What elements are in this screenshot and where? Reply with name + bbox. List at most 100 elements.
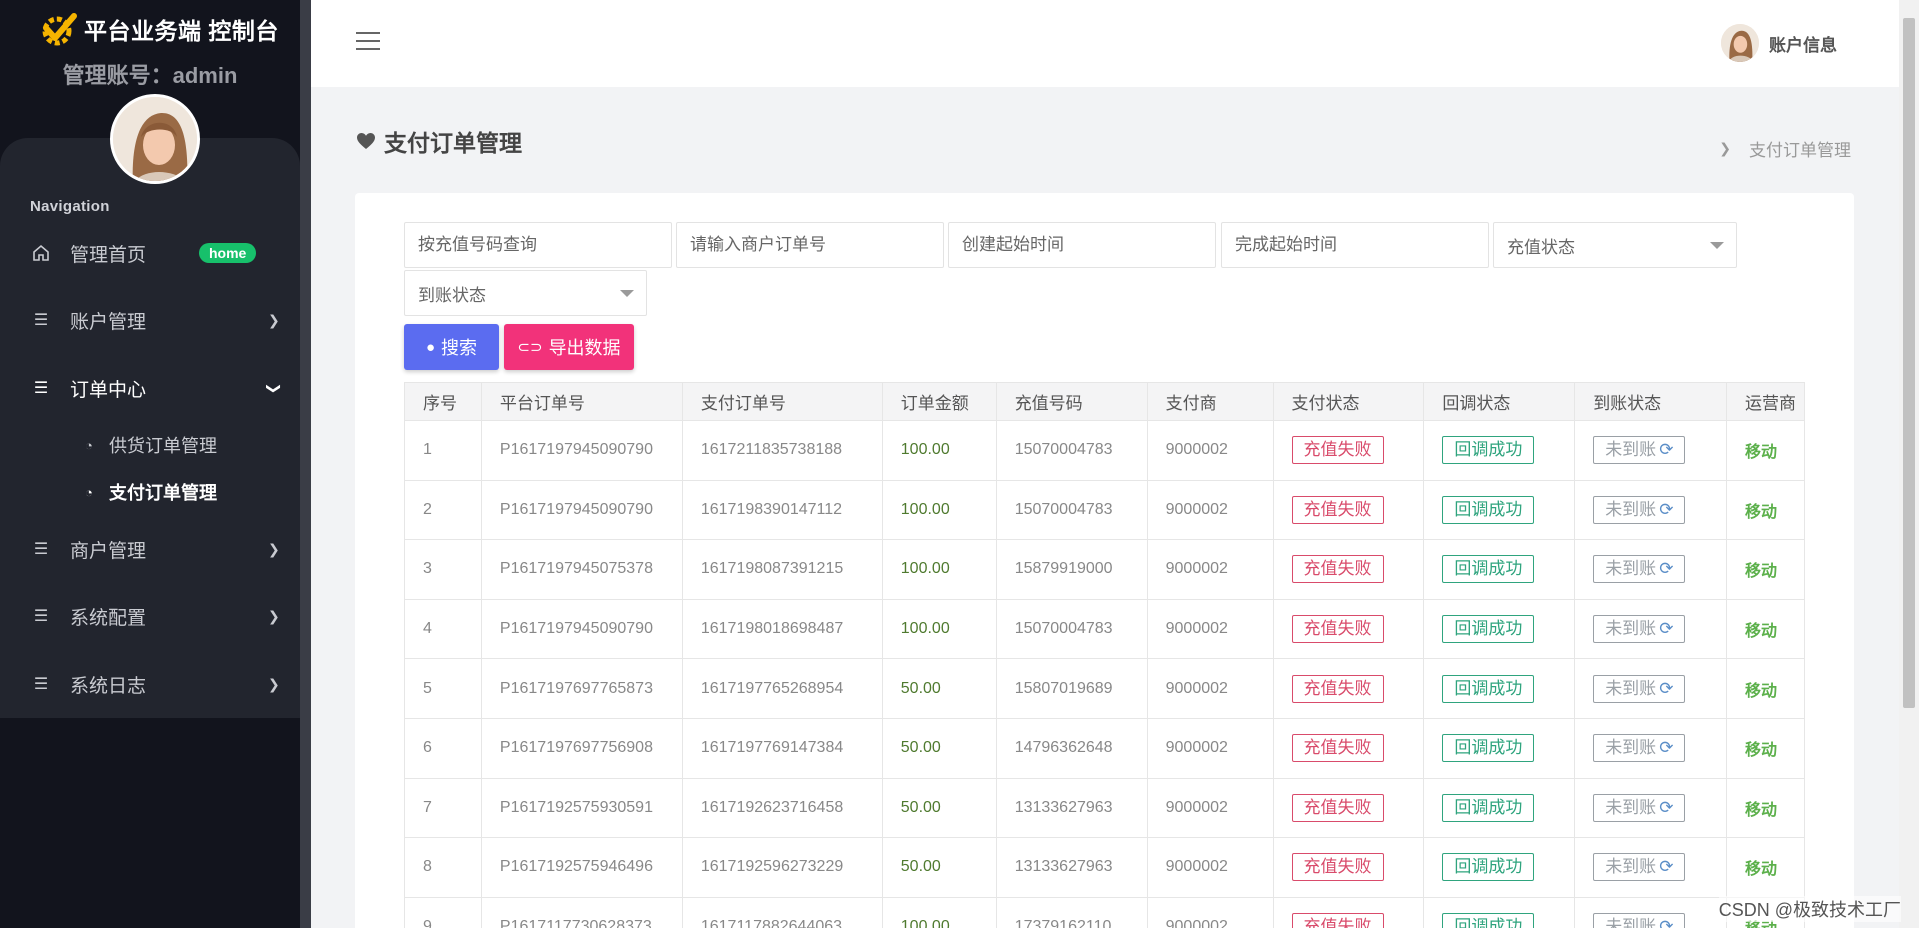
create-time-input[interactable] xyxy=(948,222,1216,268)
charge-status-select[interactable]: 充值状态 xyxy=(1493,222,1737,268)
create-time-field[interactable] xyxy=(962,235,1215,255)
arrival-status-badge[interactable]: 未到账 ⟳ xyxy=(1593,913,1686,928)
cell-provider: 9000002 xyxy=(1146,420,1274,481)
callback-status-badge[interactable]: 回调成功 xyxy=(1442,913,1535,928)
callback-status-badge[interactable]: 回调成功 xyxy=(1442,853,1535,882)
pay-status-badge[interactable]: 充值失败 xyxy=(1291,793,1384,822)
refresh-icon[interactable]: ⟳ xyxy=(1659,500,1673,519)
arrival-status-badge[interactable]: 未到账 ⟳ xyxy=(1593,436,1686,465)
arrival-status-badge[interactable]: 未到账 ⟳ xyxy=(1593,555,1686,584)
search-button[interactable]: ● 搜索 xyxy=(404,324,499,370)
callback-status-badge[interactable]: 回调成功 xyxy=(1442,436,1535,465)
cell-arrival-status: 未到账 ⟳ xyxy=(1574,539,1728,600)
refresh-icon[interactable]: ⟳ xyxy=(1659,917,1673,928)
sidebar-subitem-supply-orders[interactable]: ◔ 供货订单管理 xyxy=(0,430,300,460)
col-header-payment-order[interactable]: 支付订单号 xyxy=(681,382,883,421)
page-title-text: 支付订单管理 xyxy=(384,130,522,156)
refresh-icon[interactable]: ⟳ xyxy=(1659,857,1673,876)
sidebar-scrollbar[interactable] xyxy=(300,0,311,928)
arrival-status-badge[interactable]: 未到账 ⟳ xyxy=(1593,674,1686,703)
cell-callback-status: 回调成功 xyxy=(1423,896,1576,928)
table-row: 1 P1617197945090790 1617211835738188 100.00… xyxy=(404,420,1805,481)
export-button[interactable]: ⊂⊃ 导出数据 xyxy=(504,324,634,370)
charge-status-value: 充值状态 xyxy=(1507,237,1575,257)
orders-table: 序号 平台订单号 支付订单号 订单金额 充值号码 支付商 支付状态 回调状态 到… xyxy=(404,382,1805,928)
pay-status-badge[interactable]: 充值失败 xyxy=(1291,495,1384,524)
sidebar-item-merchants[interactable]: ☰ 商户管理 ❯ xyxy=(0,527,300,571)
arrival-status-badge[interactable]: 未到账 ⟳ xyxy=(1593,615,1686,644)
brand-title: 平台业务端 控制台 xyxy=(84,18,279,44)
admin-avatar[interactable] xyxy=(110,94,200,184)
account-menu[interactable]: 账户信息 xyxy=(1721,24,1837,62)
cell-amount: 100.00 xyxy=(881,539,997,600)
pay-status-badge[interactable]: 充值失败 xyxy=(1291,913,1384,928)
callback-status-badge[interactable]: 回调成功 xyxy=(1442,793,1535,822)
col-header-amount[interactable]: 订单金额 xyxy=(881,382,997,421)
brand[interactable]: 平台业务端 控制台 xyxy=(38,12,279,46)
status-label: 充值失败 xyxy=(1303,499,1372,519)
arrival-status-value: 到账状态 xyxy=(418,285,486,305)
cell-pay-status: 充值失败 xyxy=(1272,837,1425,898)
callback-status-badge[interactable]: 回调成功 xyxy=(1442,615,1535,644)
arrival-status-badge[interactable]: 未到账 ⟳ xyxy=(1593,853,1686,882)
merchant-order-input[interactable] xyxy=(676,222,944,268)
pay-status-badge[interactable]: 充值失败 xyxy=(1291,615,1384,644)
callback-status-badge[interactable]: 回调成功 xyxy=(1442,734,1535,763)
arrival-status-badge[interactable]: 未到账 ⟳ xyxy=(1593,734,1686,763)
cell-index: 6 xyxy=(404,717,482,779)
pay-status-badge[interactable]: 充值失败 xyxy=(1291,436,1384,465)
callback-status-badge[interactable]: 回调成功 xyxy=(1442,495,1535,524)
status-label: 充值失败 xyxy=(1303,857,1372,877)
sidebar-item-account[interactable]: ☰ 账户管理 ❯ xyxy=(0,298,300,342)
pay-status-badge[interactable]: 充值失败 xyxy=(1291,555,1384,584)
refresh-icon[interactable]: ⟳ xyxy=(1659,798,1673,817)
sidebar-item-system-config[interactable]: ☰ 系统配置 ❯ xyxy=(0,594,300,638)
finish-time-input[interactable] xyxy=(1221,222,1489,268)
arrival-status-badge[interactable]: 未到账 ⟳ xyxy=(1593,793,1686,822)
col-header-pay-status[interactable]: 支付状态 xyxy=(1272,382,1425,421)
col-header-callback-status[interactable]: 回调状态 xyxy=(1423,382,1576,421)
col-header-provider[interactable]: 支付商 xyxy=(1146,382,1274,421)
sidebar-item-system-logs[interactable]: ☰ 系统日志 ❯ xyxy=(0,662,300,706)
refresh-icon[interactable]: ⟳ xyxy=(1659,619,1673,638)
merchant-order-field[interactable] xyxy=(690,235,943,255)
phone-search-field[interactable] xyxy=(418,235,671,255)
cell-arrival-status: 未到账 ⟳ xyxy=(1574,837,1728,898)
refresh-icon[interactable]: ⟳ xyxy=(1659,559,1673,578)
sidebar-item-orders[interactable]: ☰ 订单中心 ❯ xyxy=(0,366,300,410)
pay-status-badge[interactable]: 充值失败 xyxy=(1291,674,1384,703)
refresh-icon[interactable]: ⟳ xyxy=(1659,679,1673,698)
pay-status-badge[interactable]: 充值失败 xyxy=(1291,853,1384,882)
callback-status-badge[interactable]: 回调成功 xyxy=(1442,555,1535,584)
cell-amount: 100.00 xyxy=(881,896,997,928)
home-badge: home xyxy=(199,243,257,263)
col-header-platform-order[interactable]: 平台订单号 xyxy=(480,382,683,421)
col-header-index[interactable]: 序号 xyxy=(404,382,482,421)
callback-status-badge[interactable]: 回调成功 xyxy=(1442,674,1535,703)
table-header-row: 序号 平台订单号 支付订单号 订单金额 充值号码 支付商 支付状态 回调状态 到… xyxy=(404,382,1805,421)
col-header-carrier[interactable]: 运营商 xyxy=(1726,382,1805,421)
page-scrollbar-thumb[interactable] xyxy=(1903,18,1915,708)
refresh-icon[interactable]: ⟳ xyxy=(1659,440,1673,459)
cell-pay-status: 充值失败 xyxy=(1272,539,1425,600)
refresh-icon[interactable]: ⟳ xyxy=(1659,738,1673,757)
cell-provider: 9000002 xyxy=(1146,896,1274,928)
arrival-status-select[interactable]: 到账状态 xyxy=(404,270,647,316)
caret-down-icon xyxy=(620,290,634,297)
sidebar-item-home[interactable]: 管理首页 home xyxy=(0,231,300,275)
table-row: 8 P1617192575946496 1617192596273229 50.00 1… xyxy=(404,837,1805,898)
menu-toggle-icon[interactable] xyxy=(356,32,380,52)
arrival-status-badge[interactable]: 未到账 ⟳ xyxy=(1593,495,1686,524)
finish-time-field[interactable] xyxy=(1235,235,1488,255)
page-scrollbar[interactable] xyxy=(1899,0,1919,928)
col-header-arrival-status[interactable]: 到账状态 xyxy=(1574,382,1728,421)
cell-phone: 14796362648 xyxy=(995,717,1148,779)
cell-pay-status: 充值失败 xyxy=(1272,777,1425,839)
status-label: 充值失败 xyxy=(1303,797,1372,817)
cell-provider: 9000002 xyxy=(1146,717,1274,779)
search-button-label: 搜索 xyxy=(441,338,478,358)
sidebar-subitem-payment-orders[interactable]: ◔ 支付订单管理 xyxy=(0,477,300,507)
col-header-phone[interactable]: 充值号码 xyxy=(995,382,1148,421)
phone-search-input[interactable] xyxy=(404,222,672,268)
pay-status-badge[interactable]: 充值失败 xyxy=(1291,734,1384,763)
